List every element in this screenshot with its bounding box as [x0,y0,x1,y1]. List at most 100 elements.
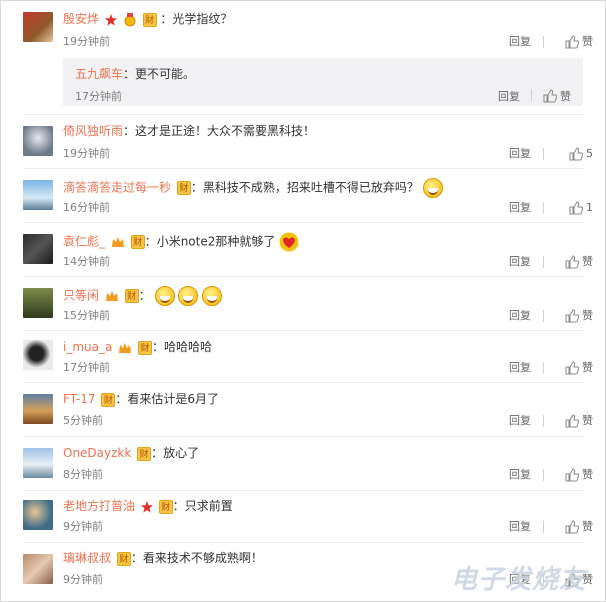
like-label: 赞 [560,90,571,103]
avatar[interactable] [23,500,53,530]
like-label: 赞 [582,255,593,268]
cai-badge: 财 [137,446,152,461]
comment-time: 14分钟前 [63,255,110,268]
laugh-emoji-icon [154,286,175,306]
avatar[interactable] [23,394,53,424]
like-button[interactable]: 赞 [565,35,593,49]
like-label: 赞 [582,361,593,374]
reply-button[interactable]: 回复 [509,201,531,215]
separator: ： [190,180,203,195]
avatar[interactable] [23,288,53,318]
reply-button[interactable]: 回复 [509,520,531,534]
like-button[interactable]: 赞 [565,520,593,534]
laugh-emoji-icon [422,178,443,198]
avatar[interactable] [23,126,53,156]
row-divider [23,542,584,543]
username[interactable]: OneDayzkk [63,446,131,460]
watermark-logo: 电子发烧友 [450,565,586,595]
divider [543,415,544,427]
like-button[interactable]: 赞 [565,414,593,428]
comment-text: 只求前置 [184,499,233,513]
like-label: 赞 [582,414,593,427]
username[interactable]: 倚风独听雨 [63,124,123,138]
username[interactable]: 袁仁彪_ [63,235,105,249]
separator: ： [152,340,165,354]
thumbs-up-icon [565,468,579,482]
comment-time: 5分钟前 [63,414,103,427]
reply-button[interactable]: 回复 [509,35,531,49]
avatar[interactable] [23,448,53,478]
like-label: 赞 [582,468,593,481]
vip-crown-icon [111,237,124,247]
comment-time: 9分钟前 [63,573,103,586]
username[interactable]: i_mua_a [63,340,112,354]
thumbs-up-icon [565,414,579,428]
username[interactable]: 只等闲 [63,289,99,303]
comment-text: 光学指纹？ [172,12,233,26]
like-button[interactable]: 赞 [565,255,593,269]
sub-comment-text: 更不可能。 [135,67,196,81]
avatar[interactable] [23,12,53,42]
username[interactable]: FT-17 [63,392,96,406]
separator: ： [144,234,157,249]
vip-crown-icon [105,291,118,301]
comment-text: 看来技术不够成熟啊！ [142,551,263,565]
like-button[interactable]: 赞 [565,468,593,482]
row-divider [23,168,584,169]
divider [543,148,544,160]
row-divider [23,436,584,437]
row-divider [23,222,584,223]
comment-text: 小米note2那种就够了 [156,234,276,249]
reply-button[interactable]: 回复 [509,255,531,269]
row-divider [23,276,584,277]
like-label: 赞 [582,35,593,48]
reply-button[interactable]: 回复 [509,414,531,428]
like-button[interactable]: 5 [569,147,593,161]
like-count: 5 [586,147,593,160]
sub-username[interactable]: 五九飙车 [75,67,123,81]
thumbs-up-icon [565,361,579,375]
vip-crown-icon [119,342,132,353]
sub-reply-box: 五九飙车：更不可能。 17分钟前 回复 赞 [63,58,583,106]
row-divider [23,330,584,331]
username[interactable]: 老地方打普油 [63,499,135,513]
comment-text: 放心了 [163,446,200,460]
username[interactable]: 滴答滴答走过每一秒 [63,181,171,195]
cai-badge: 财 [142,12,157,27]
sub-reply-button[interactable]: 回复 [498,88,520,104]
reply-button[interactable]: 回复 [509,468,531,482]
vip-star-icon [140,500,153,513]
thumbs-up-icon [569,147,583,161]
username[interactable]: 殷安烨 [63,12,99,26]
separator: ： [130,551,143,565]
reply-button[interactable]: 回复 [509,361,531,375]
avatar[interactable] [23,234,53,264]
separator: ： [138,288,151,303]
thumbs-up-icon [565,520,579,534]
avatar[interactable] [23,554,53,584]
thumbs-up-icon [565,35,579,49]
like-count: 1 [586,201,593,214]
row-divider [23,382,584,383]
separator: ： [123,67,136,81]
cai-badge: 财 [138,340,152,355]
sub-like-button[interactable]: 赞 [543,88,571,104]
reply-button[interactable]: 回复 [509,147,531,161]
avatar[interactable] [23,340,53,370]
divider [543,469,544,481]
avatar[interactable] [23,180,53,210]
cai-badge: 财 [124,289,139,303]
like-button[interactable]: 赞 [565,361,593,375]
comment-text: 看来估计是6月了 [127,392,220,406]
separator: ： [123,124,136,138]
divider [531,89,532,101]
username[interactable]: 璃琳叔叔 [63,551,111,565]
divider [543,202,544,214]
like-button[interactable]: 1 [569,201,593,215]
like-button[interactable]: 赞 [565,309,593,323]
reply-button[interactable]: 回复 [509,309,531,323]
comment-time: 8分钟前 [63,468,103,481]
row-divider [23,490,584,491]
cai-badge: 财 [130,235,145,249]
separator: ： [160,12,173,26]
